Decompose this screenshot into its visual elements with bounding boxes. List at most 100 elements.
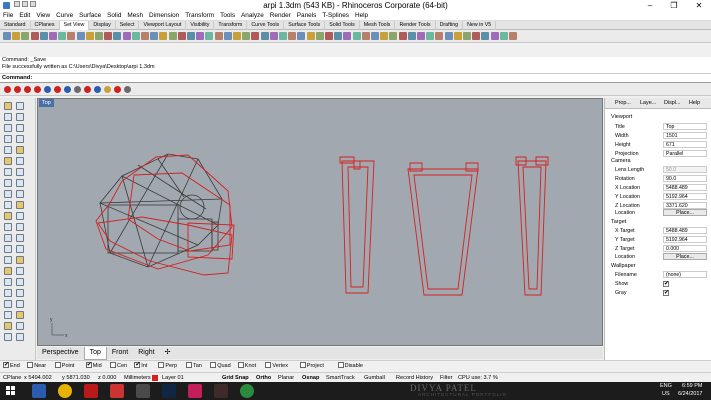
tab-render-tools[interactable]: Render Tools <box>395 21 436 30</box>
toolbar-tool-icon[interactable] <box>453 32 462 40</box>
osnap-quad[interactable]: Quad <box>210 361 231 371</box>
tab-new-in-v5[interactable]: New in V5 <box>463 21 497 30</box>
toolbar-tool-icon[interactable] <box>85 32 94 40</box>
tab-solid-tools[interactable]: Solid Tools <box>325 21 360 30</box>
side-tool-icon[interactable] <box>16 212 24 220</box>
units-label[interactable]: Millimeters <box>124 374 151 382</box>
menu-panels[interactable]: Panels <box>294 11 320 21</box>
osnap-checkbox[interactable] <box>27 361 34 368</box>
toolbar-tool-icon[interactable] <box>131 32 140 40</box>
menu-dimension[interactable]: Dimension <box>146 11 182 21</box>
tab-visibility[interactable]: Visibility <box>186 21 215 30</box>
app-icon[interactable] <box>214 384 228 398</box>
side-tool-icon[interactable] <box>4 168 12 176</box>
toolbar-tool-icon[interactable] <box>205 32 214 40</box>
toolbar-tool-icon[interactable] <box>417 32 425 40</box>
toolbar-tool-icon[interactable] <box>481 32 490 40</box>
osnap-checkbox[interactable] <box>265 361 272 368</box>
tab-display[interactable]: Display <box>89 21 116 30</box>
toolbar-tool-icon[interactable] <box>113 32 122 40</box>
tab-transform[interactable]: Transform <box>214 21 248 30</box>
side-tool-icon[interactable] <box>16 179 24 187</box>
osnap-checkbox[interactable] <box>337 361 344 368</box>
render-material-icon[interactable] <box>104 86 111 93</box>
toolbar-tool-icon[interactable] <box>187 32 195 40</box>
menu-tsplines[interactable]: T-Splines <box>319 11 352 21</box>
tab-viewport-layout[interactable]: Viewport Layout <box>139 21 187 30</box>
side-tool-icon[interactable] <box>16 223 24 231</box>
side-tool-icon[interactable] <box>16 113 24 121</box>
toolbar-tool-icon[interactable] <box>177 32 186 40</box>
side-tool-icon[interactable] <box>4 113 12 121</box>
toolbar-tool-icon[interactable] <box>490 32 499 40</box>
osnap-vertex[interactable]: Vertex <box>265 361 288 371</box>
side-tool-icon[interactable] <box>16 267 24 275</box>
keyboard-layout-indicator[interactable]: US <box>662 391 670 397</box>
tab-perspective[interactable]: Perspective <box>37 347 84 359</box>
side-tool-icon[interactable] <box>16 278 24 286</box>
camera-rotation-field[interactable]: 90.0 <box>663 175 707 182</box>
toolbar-tool-icon[interactable] <box>334 32 343 40</box>
side-tool-icon[interactable] <box>4 245 12 253</box>
side-tool-icon[interactable] <box>16 168 24 176</box>
close-button[interactable]: ✕ <box>687 0 711 11</box>
side-tool-icon[interactable] <box>16 311 24 319</box>
toolbar-tool-icon[interactable] <box>315 32 324 40</box>
toolbar-tool-icon[interactable] <box>306 32 315 40</box>
side-tool-icon[interactable] <box>4 256 12 264</box>
osnap-checkbox[interactable] <box>210 361 217 368</box>
menu-view[interactable]: View <box>33 11 53 21</box>
menu-transform[interactable]: Transform <box>182 11 217 21</box>
start-icon[interactable] <box>4 384 18 398</box>
toolbar-tool-icon[interactable] <box>279 32 287 40</box>
toolbar-tool-icon[interactable] <box>21 32 30 40</box>
toolbar-tool-icon[interactable] <box>435 32 444 40</box>
osnap-checkbox[interactable] <box>237 361 244 368</box>
render-material-icon[interactable] <box>24 86 31 93</box>
gumball-toggle[interactable]: Gumball <box>364 374 385 382</box>
side-tool-icon[interactable] <box>16 245 24 253</box>
tab-drafting[interactable]: Drafting <box>436 21 464 30</box>
osnap-near[interactable]: Near <box>27 361 46 371</box>
toolbar-tool-icon[interactable] <box>260 32 269 40</box>
wallpaper-show-checkbox[interactable]: ✔ <box>663 281 669 287</box>
side-tool-icon[interactable] <box>16 135 24 143</box>
osnap-point[interactable]: Point <box>54 361 74 371</box>
toolbar-tool-icon[interactable] <box>352 32 361 40</box>
tab-layers[interactable]: Laye... <box>640 99 656 108</box>
render-material-icon[interactable] <box>54 86 61 93</box>
osnap-checkbox[interactable] <box>85 361 92 370</box>
planar-toggle[interactable]: Planar <box>278 374 294 382</box>
toolbar-tool-icon[interactable] <box>325 32 333 40</box>
toolbar-tool-icon[interactable] <box>223 32 232 40</box>
maximize-button[interactable]: ❐ <box>662 0 686 11</box>
toolbar-tool-icon[interactable] <box>361 32 370 40</box>
minimize-button[interactable]: – <box>638 0 662 11</box>
side-tool-icon[interactable] <box>4 212 12 220</box>
toolbar-tool-icon[interactable] <box>168 32 177 40</box>
side-tool-icon[interactable] <box>16 234 24 242</box>
toolbar-tool-icon[interactable] <box>58 32 67 40</box>
toolbar-tool-icon[interactable] <box>444 32 453 40</box>
toolbar-tool-icon[interactable] <box>269 32 278 40</box>
side-tool-icon[interactable] <box>4 267 12 275</box>
toolbar-tool-icon[interactable] <box>297 32 306 40</box>
osnap-int[interactable]: Int <box>134 361 147 371</box>
side-tool-icon[interactable] <box>4 157 12 165</box>
side-tool-icon[interactable] <box>16 146 24 154</box>
render-material-icon[interactable] <box>74 86 81 93</box>
camera-y-location-field[interactable]: 5192.964 <box>663 193 707 200</box>
toolbar-tool-icon[interactable] <box>426 32 435 40</box>
osnap-checkbox[interactable] <box>54 361 61 368</box>
osnap-mid[interactable]: Mid <box>85 361 102 371</box>
render-material-icon[interactable] <box>4 86 11 93</box>
side-tool-icon[interactable] <box>4 234 12 242</box>
menu-solid[interactable]: Solid <box>104 11 124 21</box>
side-tool-icon[interactable] <box>16 201 24 209</box>
camera-location-place-button[interactable]: Place... <box>663 209 707 216</box>
toolbar-tool-icon[interactable] <box>67 32 76 40</box>
side-tool-icon[interactable] <box>4 223 12 231</box>
menu-tools[interactable]: Tools <box>217 11 238 21</box>
osnap-project[interactable]: Project <box>299 361 324 371</box>
smarttrack-toggle[interactable]: SmartTrack <box>326 374 355 382</box>
